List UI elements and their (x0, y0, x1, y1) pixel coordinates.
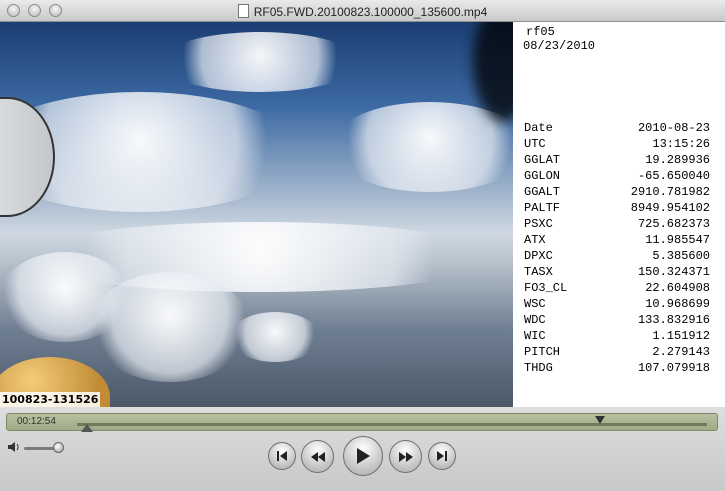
fast-forward-icon (398, 451, 413, 462)
video-frame[interactable]: 100823-131526 (0, 22, 513, 407)
selection-start-marker[interactable] (81, 424, 93, 432)
data-row-label: FO3_CL (524, 281, 568, 295)
data-row: ATX 11.985547 (524, 232, 710, 248)
data-row: WIC 1.151912 (524, 328, 710, 344)
data-row-value: 10.968699 (645, 297, 710, 311)
data-row-label: DPXC (524, 249, 553, 263)
data-row: GGLON -65.650040 (524, 168, 710, 184)
data-row: TASX 150.324371 (524, 264, 710, 280)
data-rows: Date 2010-08-23 UTC 13:15:26 GGLAT 19.289936 G… (524, 120, 710, 376)
rewind-icon (310, 451, 325, 462)
player-controls: 00:12:54 (0, 407, 725, 491)
data-row-value: 5.385600 (652, 249, 710, 263)
data-row-label: PITCH (524, 345, 561, 359)
data-row-value: 22.604908 (645, 281, 710, 295)
data-row-value: 2.279143 (652, 345, 710, 359)
data-row-value: 19.289936 (645, 153, 710, 167)
data-row: PITCH 2.279143 (524, 344, 710, 360)
volume-knob[interactable] (53, 442, 64, 453)
data-row: WSC 10.968699 (524, 296, 710, 312)
data-row-label: UTC (524, 137, 546, 151)
flight-date: 08/23/2010 (523, 39, 596, 53)
cloud (230, 312, 320, 362)
data-row-label: ATX (524, 233, 546, 247)
window-title: RF05.FWD.20100823.100000_135600.mp4 (253, 5, 488, 19)
data-row: Date 2010-08-23 (524, 120, 710, 136)
data-row-label: PALTF (524, 201, 561, 215)
window-title-container: RF05.FWD.20100823.100000_135600.mp4 (0, 4, 725, 19)
data-row-label: TASX (524, 265, 553, 279)
elapsed-time: 00:12:54 (17, 416, 56, 427)
data-row-label: WDC (524, 313, 546, 327)
data-row-value: 2010-08-23 (637, 121, 710, 135)
rewind-button[interactable] (301, 440, 334, 473)
data-row-value: 8949.954102 (630, 201, 710, 215)
flight-id: rf05 (526, 25, 555, 39)
cloud (160, 32, 360, 92)
data-row: UTC 13:15:26 (524, 136, 710, 152)
data-row-value: 11.985547 (645, 233, 710, 247)
data-row-value: 13:15:26 (652, 137, 710, 151)
play-button[interactable] (343, 436, 383, 476)
data-row-label: GGLAT (524, 153, 561, 167)
playhead[interactable] (594, 416, 605, 424)
data-row-value: -65.650040 (637, 169, 710, 183)
data-row: PSXC 725.682373 (524, 216, 710, 232)
data-row-value: 150.324371 (637, 265, 710, 279)
timestamp-overlay: 100823-131526 (0, 392, 101, 407)
data-row-label: GGLON (524, 169, 561, 183)
data-row-label: GGALT (524, 185, 561, 199)
document-icon (237, 4, 249, 18)
play-icon (357, 448, 370, 464)
data-row-label: PSXC (524, 217, 553, 231)
data-row-value: 107.079918 (637, 361, 710, 375)
skip-back-icon (277, 451, 287, 461)
data-row: DPXC 5.385600 (524, 248, 710, 264)
data-row-value: 133.832916 (637, 313, 710, 327)
skip-forward-icon (437, 451, 447, 461)
data-row-value: 725.682373 (637, 217, 710, 231)
data-row: GGALT 2910.781982 (524, 184, 710, 200)
fast-forward-button[interactable] (389, 440, 422, 473)
data-row-value: 1.151912 (652, 329, 710, 343)
cloud (330, 102, 513, 192)
data-row-value: 2910.781982 (630, 185, 710, 199)
data-row: WDC 133.832916 (524, 312, 710, 328)
skip-back-button[interactable] (268, 442, 296, 470)
data-row: THDG 107.079918 (524, 360, 710, 376)
flight-data-panel: rf05 08/23/2010 Date 2010-08-23 UTC 13:15:2… (513, 22, 725, 407)
timeline-track[interactable] (77, 423, 707, 426)
data-row-label: WIC (524, 329, 546, 343)
cloud (0, 252, 130, 342)
data-row: FO3_CL 22.604908 (524, 280, 710, 296)
window-titlebar: RF05.FWD.20100823.100000_135600.mp4 (0, 0, 725, 22)
timeline-scrubber[interactable]: 00:12:54 (6, 413, 718, 432)
skip-forward-button[interactable] (428, 442, 456, 470)
data-row-label: WSC (524, 297, 546, 311)
data-row: PALTF 8949.954102 (524, 200, 710, 216)
data-row: GGLAT 19.289936 (524, 152, 710, 168)
data-row-label: THDG (524, 361, 553, 375)
speaker-icon[interactable] (7, 441, 21, 456)
data-row-label: Date (524, 121, 553, 135)
